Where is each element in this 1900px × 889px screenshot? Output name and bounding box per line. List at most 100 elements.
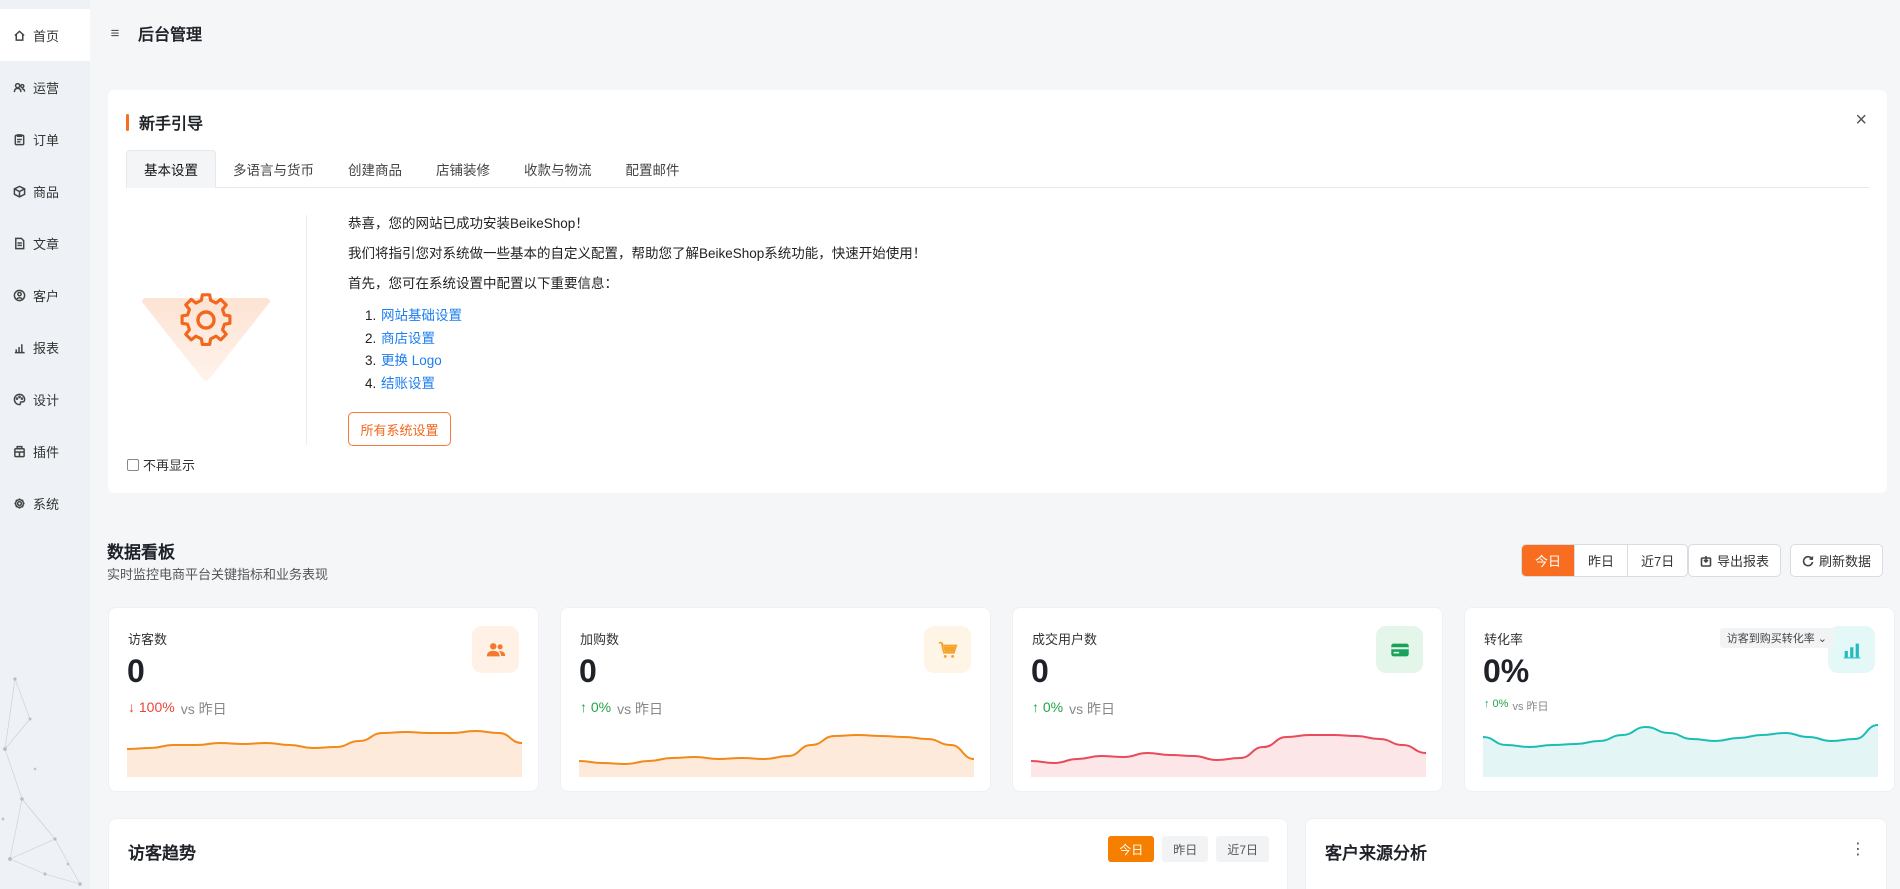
trend-period-button-0[interactable]: 今日 [1108, 836, 1155, 862]
dashboard-title: 数据看板 [107, 543, 175, 562]
stat-trend: ↓ 100% vs 昨日 [128, 699, 227, 719]
period-selector: 今日 昨日 近7日 [1521, 544, 1689, 577]
guide-tab-1[interactable]: 多语言与货币 [216, 150, 331, 188]
trend-period-selector: 今日 昨日 近7日 [1108, 836, 1269, 862]
sparkline [127, 729, 522, 777]
trend-value: ↑ 0% [1032, 699, 1064, 715]
users-icon [12, 80, 26, 94]
export-icon [1700, 555, 1712, 567]
period-button-2[interactable]: 近7日 [1628, 545, 1687, 576]
document-icon [12, 236, 26, 250]
sidebar-item-2[interactable]: 订单 [0, 113, 90, 165]
all-settings-button[interactable]: 所有系统设置 [348, 412, 451, 446]
vertical-divider [306, 215, 307, 445]
export-label: 导出报表 [1717, 554, 1770, 569]
more-options-icon[interactable]: ⋮ [1850, 839, 1866, 859]
dashboard-subtitle: 实时监控电商平台关键指标和业务表现 [107, 567, 329, 582]
period-button-1[interactable]: 昨日 [1575, 545, 1629, 576]
sidebar-item-4[interactable]: 文章 [0, 217, 90, 269]
sidebar-item-label: 设计 [33, 392, 60, 408]
palette-icon [12, 392, 26, 406]
dont-show-checkbox[interactable] [127, 458, 139, 471]
network-decoration [1, 677, 82, 886]
trend-period-button-1[interactable]: 昨日 [1162, 836, 1209, 862]
stat-trend: ↑ 0% vs 昨日 [580, 699, 663, 719]
sidebar: 首页运营订单商品文章客户 报表设计插件系统 [0, 0, 90, 889]
stat-value: 0 [1031, 653, 1049, 689]
list-item: 2. 商店设置 [348, 330, 1548, 353]
guide-tab-3[interactable]: 店铺装修 [419, 150, 507, 188]
sidebar-item-label: 系统 [33, 496, 60, 512]
guide-tab-2[interactable]: 创建商品 [331, 150, 419, 188]
stat-label: 成交用户数 [1032, 632, 1098, 647]
settings-link[interactable]: 更换 Logo [381, 352, 442, 375]
menu-toggle-icon[interactable]: ≡ [106, 24, 124, 42]
settings-illustration [142, 293, 270, 381]
gear-icon [12, 496, 26, 510]
sidebar-item-3[interactable]: 商品 [0, 165, 90, 217]
cart-icon [924, 626, 971, 673]
stat-value: 0 [579, 653, 597, 689]
stat-value: 0 [127, 653, 145, 689]
refresh-data-button[interactable]: 刷新数据 [1790, 544, 1884, 577]
sidebar-item-8[interactable]: 插件 [0, 425, 90, 477]
list-item: 3. 更换 Logo [348, 352, 1548, 375]
trend-value: ↑ 0% [580, 699, 612, 715]
user-circle-icon [12, 288, 26, 302]
guide-tab-0[interactable]: 基本设置 [126, 150, 216, 188]
stat-card: 访客数 0 ↓ 100% vs 昨日 [108, 607, 539, 792]
sparkline [1483, 724, 1878, 777]
sidebar-item-0[interactable]: 首页 [0, 9, 90, 61]
list-item: 1. 网站基础设置 [348, 307, 1548, 330]
trend-compare: vs 昨日 [180, 701, 227, 717]
stat-trend: ↑ 0% vs 昨日 [1484, 698, 1549, 714]
close-icon[interactable]: × [1855, 110, 1867, 130]
guide-tabs: 基本设置 多语言与货币 创建商品 店铺装修 收款与物流 配置邮件 [126, 150, 1869, 188]
trend-value: ↓ 100% [128, 699, 175, 715]
sidebar-item-label: 文章 [33, 236, 60, 252]
dont-show-label: 不再显示 [143, 458, 196, 473]
customer-source-card: 客户来源分析 ⋮ [1305, 818, 1887, 889]
sidebar-item-label: 订单 [33, 132, 60, 148]
period-button-0[interactable]: 今日 [1522, 545, 1576, 576]
guide-tab-5[interactable]: 配置邮件 [609, 150, 697, 188]
guide-tab-4[interactable]: 收款与物流 [507, 150, 609, 188]
stat-card: 成交用户数 0 ↑ 0% vs 昨日 [1012, 607, 1443, 792]
guide-line-3: 首先，您可在系统设置中配置以下重要信息： [348, 276, 618, 291]
sidebar-item-label: 插件 [33, 444, 60, 460]
settings-link[interactable]: 网站基础设置 [381, 307, 462, 330]
sidebar-item-6[interactable]: 报表 [0, 321, 90, 373]
list-number: 2. [365, 330, 377, 346]
sidebar-item-9[interactable]: 系统 [0, 477, 90, 529]
stat-label: 加购数 [580, 632, 620, 647]
list-item: 4. 结账设置 [348, 375, 1548, 398]
dont-show-again: 不再显示 [127, 455, 195, 474]
credit-card-icon [1376, 626, 1423, 673]
page-title: 后台管理 [138, 27, 203, 44]
sidebar-item-7[interactable]: 设计 [0, 373, 90, 425]
sidebar-item-5[interactable]: 客户 [0, 269, 90, 321]
sparkline [1031, 734, 1426, 777]
conversion-type-select[interactable]: 访客到购买转化率 ⌄ [1719, 628, 1834, 648]
guide-line-2: 我们将指引您对系统做一些基本的自定义配置，帮助您了解BeikeShop系统功能，… [348, 246, 927, 261]
home-icon [12, 28, 26, 42]
refresh-icon [1802, 555, 1814, 566]
guide-header: 新手引导 [126, 110, 203, 134]
settings-link[interactable]: 结账设置 [381, 375, 435, 398]
trend-value: ↑ 0% [1484, 698, 1509, 710]
sparkline [579, 733, 974, 777]
topbar: ≡ 后台管理 [106, 20, 202, 46]
guide-content: 恭喜，您的网站已成功安装BeikeShop！ 我们将指引您对系统做一些基本的自定… [348, 215, 1548, 397]
stat-value: 0% [1483, 653, 1530, 689]
stat-card: 加购数 0 ↑ 0% vs 昨日 [560, 607, 991, 792]
bar-chart-icon [12, 340, 26, 354]
export-report-button[interactable]: 导出报表 [1688, 544, 1782, 577]
sidebar-item-label: 运营 [33, 80, 60, 96]
guide-title: 新手引导 [139, 116, 204, 133]
visitor-trend-card: 访客趋势 今日 昨日 近7日 [108, 818, 1288, 889]
stat-label: 转化率 [1484, 632, 1524, 647]
sidebar-item-1[interactable]: 运营 [0, 61, 90, 113]
settings-link[interactable]: 商店设置 [381, 330, 435, 353]
stat-label: 访客数 [128, 632, 168, 647]
trend-period-button-2[interactable]: 近7日 [1216, 836, 1269, 862]
